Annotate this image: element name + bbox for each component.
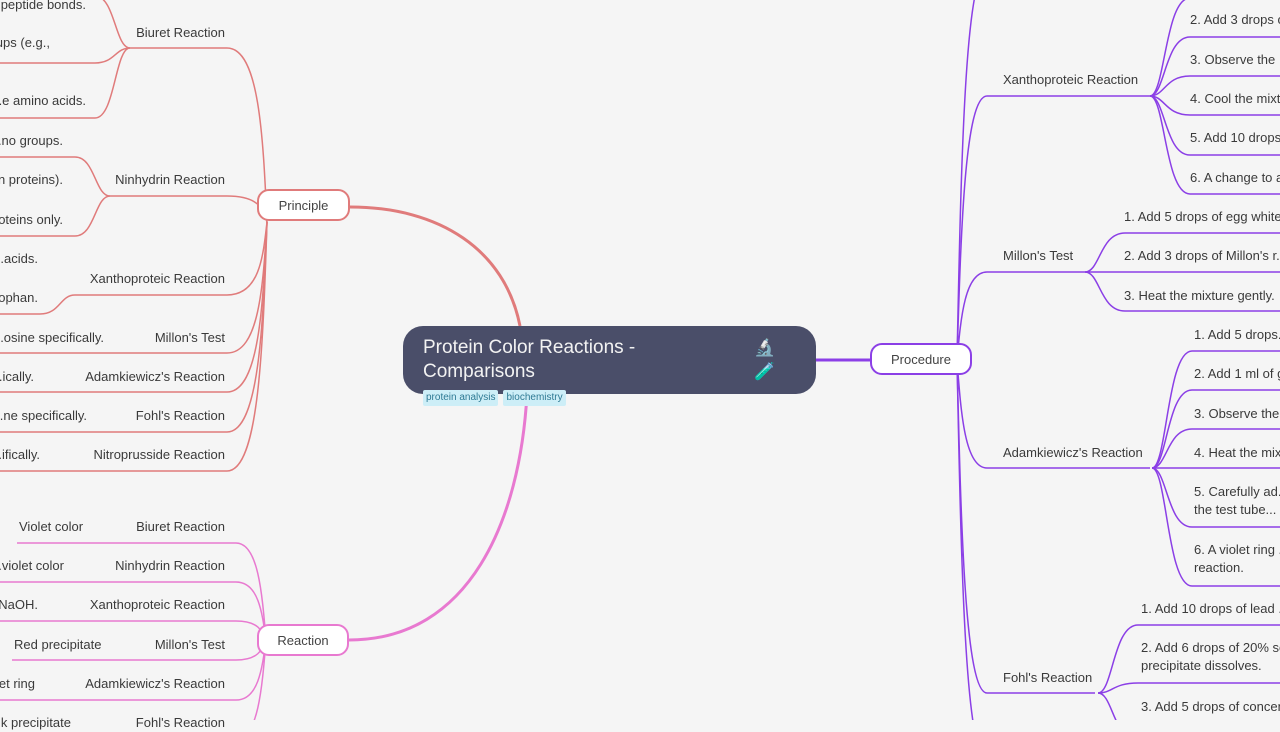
- principle-millons[interactable]: Millon's Test: [155, 329, 225, 347]
- detail-text: Red precipitate: [14, 637, 102, 652]
- detail-text: ...k precipitate: [0, 715, 71, 730]
- procedure-adamkiewicz[interactable]: Adamkiewicz's Reaction: [1003, 444, 1143, 462]
- tag[interactable]: biochemistry: [503, 390, 566, 406]
- detail-text: ...violet color: [0, 558, 64, 573]
- edge-procedure-child: [956, 0, 975, 361]
- detail-text: 6. A change to a...: [1190, 170, 1280, 185]
- reaction-millons[interactable]: Millon's Test: [155, 636, 225, 654]
- branch-reaction[interactable]: Reaction: [257, 624, 349, 656]
- edge-principle-child: [110, 195, 268, 223]
- reaction-biuret[interactable]: Biuret Reaction: [136, 518, 225, 536]
- detail-text: 5. Carefully ad... of the test tube...: [1194, 484, 1280, 517]
- root-topic[interactable]: Protein Color Reactions - Comparisons 🔬🧪…: [403, 326, 816, 406]
- detail-text: ...ne specifically.: [0, 408, 87, 423]
- detail-text: ...ically.: [0, 369, 34, 384]
- reaction-ninhydrin[interactable]: Ninhydrin Reaction: [115, 557, 225, 575]
- detail-text: ...no groups.: [0, 133, 63, 148]
- detail-text: 1. Add 5 drops of egg white...: [1124, 209, 1280, 224]
- tag-list: protein analysis biochemistry: [423, 390, 796, 406]
- tag[interactable]: protein analysis: [423, 390, 499, 406]
- reaction-fohl[interactable]: Fohl's Reaction: [136, 714, 225, 732]
- edge-procedure-child: [956, 271, 1085, 361]
- branch-procedure[interactable]: Procedure: [870, 343, 972, 375]
- edge-root-reaction: [348, 393, 529, 642]
- detail-text: ...osine specifically.: [0, 330, 104, 345]
- detail-text: ...peptide bonds.: [0, 0, 86, 12]
- branch-label: Reaction: [277, 632, 329, 648]
- principle-ninhydrin[interactable]: Ninhydrin Reaction: [115, 171, 225, 189]
- detail-text: 5. Add 10 drops...: [1190, 130, 1280, 145]
- detail-text: 3. Add 5 drops of concen...: [1141, 699, 1280, 714]
- detail-text: ...NaOH.: [0, 597, 38, 612]
- detail-text: 4. Heat the mix...: [1194, 445, 1280, 460]
- microscope-test-tube-icon: 🔬🧪: [754, 338, 776, 381]
- edge-principle-child: [0, 221, 268, 393]
- edge-root-principle: [349, 205, 522, 327]
- edge-procedure-child: [956, 95, 1150, 361]
- principle-biuret[interactable]: Biuret Reaction: [136, 24, 225, 42]
- reaction-xanthoproteic[interactable]: Xanthoproteic Reaction: [90, 596, 225, 614]
- detail-text: ...e amino acids.: [0, 93, 86, 108]
- branch-label: Principle: [278, 197, 329, 213]
- procedure-xanthoproteic[interactable]: Xanthoproteic Reaction: [1003, 71, 1138, 89]
- detail-text: 1. Add 5 drops...: [1194, 327, 1280, 342]
- detail-text: 2. Add 1 ml of g...: [1194, 366, 1280, 381]
- edge-procedure-child: [956, 359, 1095, 694]
- detail-text: 3. Observe the...: [1194, 406, 1280, 421]
- detail-text: 2. Add 6 drops of 20% so... precipitate …: [1141, 640, 1280, 673]
- detail-text: Violet color: [19, 519, 84, 534]
- detail-text: ...n proteins).: [0, 172, 63, 187]
- principle-adamkiewicz[interactable]: Adamkiewicz's Reaction: [85, 368, 225, 386]
- principle-fohl[interactable]: Fohl's Reaction: [136, 407, 225, 425]
- principle-nitroprusside[interactable]: Nitroprusside Reaction: [93, 446, 225, 464]
- root-title: Protein Color Reactions - Comparisons: [423, 337, 636, 382]
- branch-principle[interactable]: Principle: [257, 189, 350, 221]
- edge-principle-child: [0, 221, 268, 433]
- detail-text: 6. A violet ring ... reaction.: [1194, 542, 1280, 575]
- detail-text: 1. Add 10 drops of lead ...: [1141, 601, 1280, 616]
- branch-label: Procedure: [891, 351, 951, 367]
- principle-xanthoproteic[interactable]: Xanthoproteic Reaction: [90, 270, 225, 288]
- reaction-adamkiewicz[interactable]: Adamkiewicz's Reaction: [85, 675, 225, 693]
- edge-procedure-detail: [1097, 682, 1280, 694]
- detail-text: 2. Add 3 drops of Millon's r...: [1124, 248, 1280, 263]
- detail-text: 4. Cool the mixt...: [1190, 91, 1280, 106]
- detail-text: ...ophan.: [0, 290, 38, 305]
- detail-text: ...ifically.: [0, 447, 40, 462]
- detail-text: ...oteins only.: [0, 212, 63, 227]
- detail-text: ...acids.: [0, 251, 38, 266]
- procedure-millons[interactable]: Millon's Test: [1003, 247, 1073, 265]
- detail-text: ...et ring: [0, 676, 35, 691]
- detail-text: ...ups (e.g.,: [0, 35, 50, 50]
- procedure-fohl[interactable]: Fohl's Reaction: [1003, 669, 1092, 687]
- detail-text: 2. Add 3 drops o...: [1190, 12, 1280, 27]
- detail-text: 3. Heat the mixture gently.: [1124, 288, 1275, 303]
- detail-text: 3. Observe the ...: [1190, 52, 1280, 67]
